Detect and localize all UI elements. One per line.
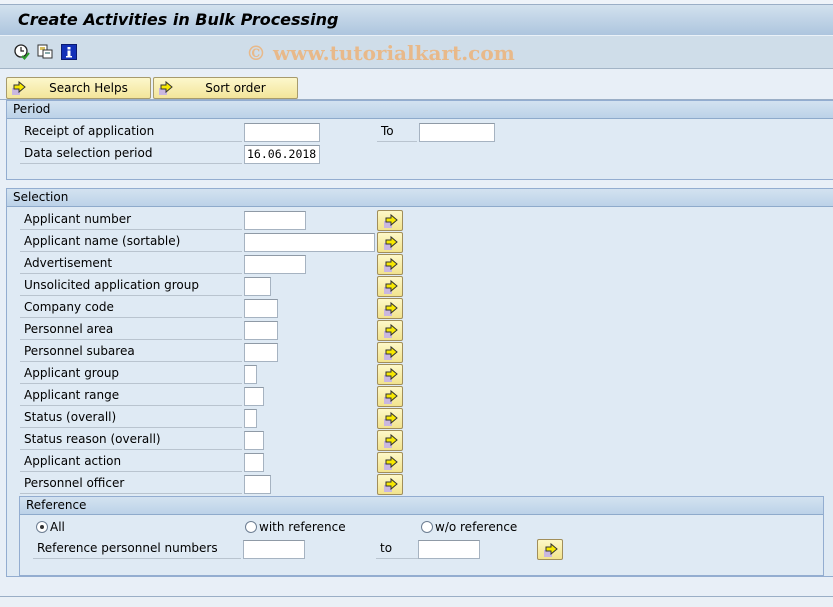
arrow-right-icon	[384, 477, 398, 492]
multiple-selection-button[interactable]	[377, 474, 403, 495]
multiple-selection-button[interactable]	[377, 276, 403, 297]
multiple-selection-button[interactable]	[377, 232, 403, 253]
selection-field-label: Personnel subarea	[20, 341, 242, 362]
multiple-selection-button[interactable]	[377, 408, 403, 429]
selection-field-label: Company code	[20, 297, 242, 318]
arrow-right-icon	[384, 433, 398, 448]
multiple-selection-button[interactable]	[377, 254, 403, 275]
radio-all[interactable]: All	[36, 519, 65, 535]
arrow-right-icon	[384, 345, 398, 360]
selection-field-input[interactable]	[244, 343, 278, 362]
selection-field-label: Advertisement	[20, 253, 242, 274]
reference-personnel-numbers-label: Reference personnel numbers	[33, 538, 241, 559]
bottom-border	[0, 596, 833, 607]
arrow-right-icon	[384, 279, 398, 294]
selection-field-input[interactable]	[244, 453, 264, 472]
radio-with-reference[interactable]: with reference	[245, 519, 346, 535]
selection-field-input[interactable]	[244, 431, 264, 450]
reference-from-input[interactable]	[243, 540, 305, 559]
title-bar: Create Activities in Bulk Processing	[0, 5, 833, 36]
selection-field-label: Applicant group	[20, 363, 242, 384]
selection-field-input[interactable]	[244, 277, 271, 296]
search-helps-label: Search Helps	[49, 81, 128, 95]
selection-field-input[interactable]	[244, 321, 278, 340]
watermark: © www.tutorialkart.com	[246, 41, 515, 65]
selection-group-title: Selection	[7, 189, 833, 207]
reference-to-input[interactable]	[418, 540, 480, 559]
arrow-right-icon	[384, 411, 398, 426]
button-bar: Search Helps Sort order	[0, 70, 833, 100]
receipt-of-application-label: Receipt of application	[20, 121, 242, 142]
reference-group-title: Reference	[20, 497, 823, 515]
selection-field-label: Applicant name (sortable)	[20, 231, 242, 252]
selection-field-label: Unsolicited application group	[20, 275, 242, 296]
multiple-selection-button[interactable]	[377, 386, 403, 407]
selection-field-input[interactable]	[244, 365, 257, 384]
data-selection-period-input[interactable]: 16.06.2018	[244, 145, 320, 164]
reference-group: Reference All with reference w/o referen…	[19, 496, 824, 576]
period-group-title: Period	[7, 101, 833, 119]
selection-field-input[interactable]	[244, 255, 306, 274]
selection-field-input[interactable]	[244, 409, 257, 428]
multiple-selection-button[interactable]	[377, 342, 403, 363]
selection-group: Selection Applicant number Applicant name…	[6, 188, 833, 577]
multiple-selection-button[interactable]	[377, 452, 403, 473]
multiple-selection-button[interactable]	[377, 430, 403, 451]
arrow-right-icon	[384, 323, 398, 338]
arrow-right-icon	[544, 542, 558, 557]
radio-without-reference[interactable]: w/o reference	[421, 519, 517, 535]
multiple-selection-button[interactable]	[377, 320, 403, 341]
multiple-selection-button[interactable]	[377, 364, 403, 385]
radio-without-reference-indicator[interactable]	[421, 521, 433, 533]
radio-without-reference-label: w/o reference	[435, 520, 518, 534]
selection-field-input[interactable]	[244, 211, 306, 230]
arrow-right-icon	[384, 235, 398, 250]
multiple-selection-button[interactable]	[377, 298, 403, 319]
arrow-right-icon	[384, 367, 398, 382]
sort-order-button[interactable]: Sort order	[153, 77, 298, 99]
selection-field-label: Personnel officer	[20, 473, 242, 494]
arrow-right-icon	[384, 455, 398, 470]
selection-field-label: Status reason (overall)	[20, 429, 242, 450]
data-selection-period-label: Data selection period	[20, 143, 242, 164]
receipt-to-input[interactable]	[419, 123, 495, 142]
selection-field-input[interactable]	[244, 387, 264, 406]
page-title: Create Activities in Bulk Processing	[18, 10, 339, 29]
selection-field-label: Personnel area	[20, 319, 242, 340]
reference-multiple-selection-button[interactable]	[537, 539, 563, 560]
receipt-from-input[interactable]	[244, 123, 320, 142]
multiple-selection-button[interactable]	[377, 210, 403, 231]
period-group: Period Receipt of application To Data se…	[6, 100, 833, 180]
selection-field-label: Applicant range	[20, 385, 242, 406]
execute-icon[interactable]	[14, 44, 30, 60]
radio-all-indicator[interactable]	[36, 521, 48, 533]
radio-with-reference-label: with reference	[259, 520, 346, 534]
search-helps-button[interactable]: Search Helps	[6, 77, 151, 99]
selection-field-input[interactable]	[244, 475, 271, 494]
selection-field-label: Applicant action	[20, 451, 242, 472]
sort-order-label: Sort order	[205, 81, 266, 95]
radio-with-reference-indicator[interactable]	[245, 521, 257, 533]
receipt-to-label: To	[377, 121, 417, 142]
selection-field-label: Status (overall)	[20, 407, 242, 428]
arrow-right-icon	[384, 301, 398, 316]
reference-to-label: to	[376, 538, 418, 559]
arrow-right-icon	[384, 213, 398, 228]
selection-field-input[interactable]	[244, 233, 375, 252]
arrow-right-icon	[384, 257, 398, 272]
get-variant-icon[interactable]	[37, 44, 53, 60]
application-toolbar: © www.tutorialkart.com	[0, 36, 833, 69]
info-icon[interactable]	[61, 44, 77, 60]
radio-all-label: All	[50, 520, 65, 534]
selection-field-input[interactable]	[244, 299, 278, 318]
arrow-right-icon	[384, 389, 398, 404]
selection-field-label: Applicant number	[20, 209, 242, 230]
